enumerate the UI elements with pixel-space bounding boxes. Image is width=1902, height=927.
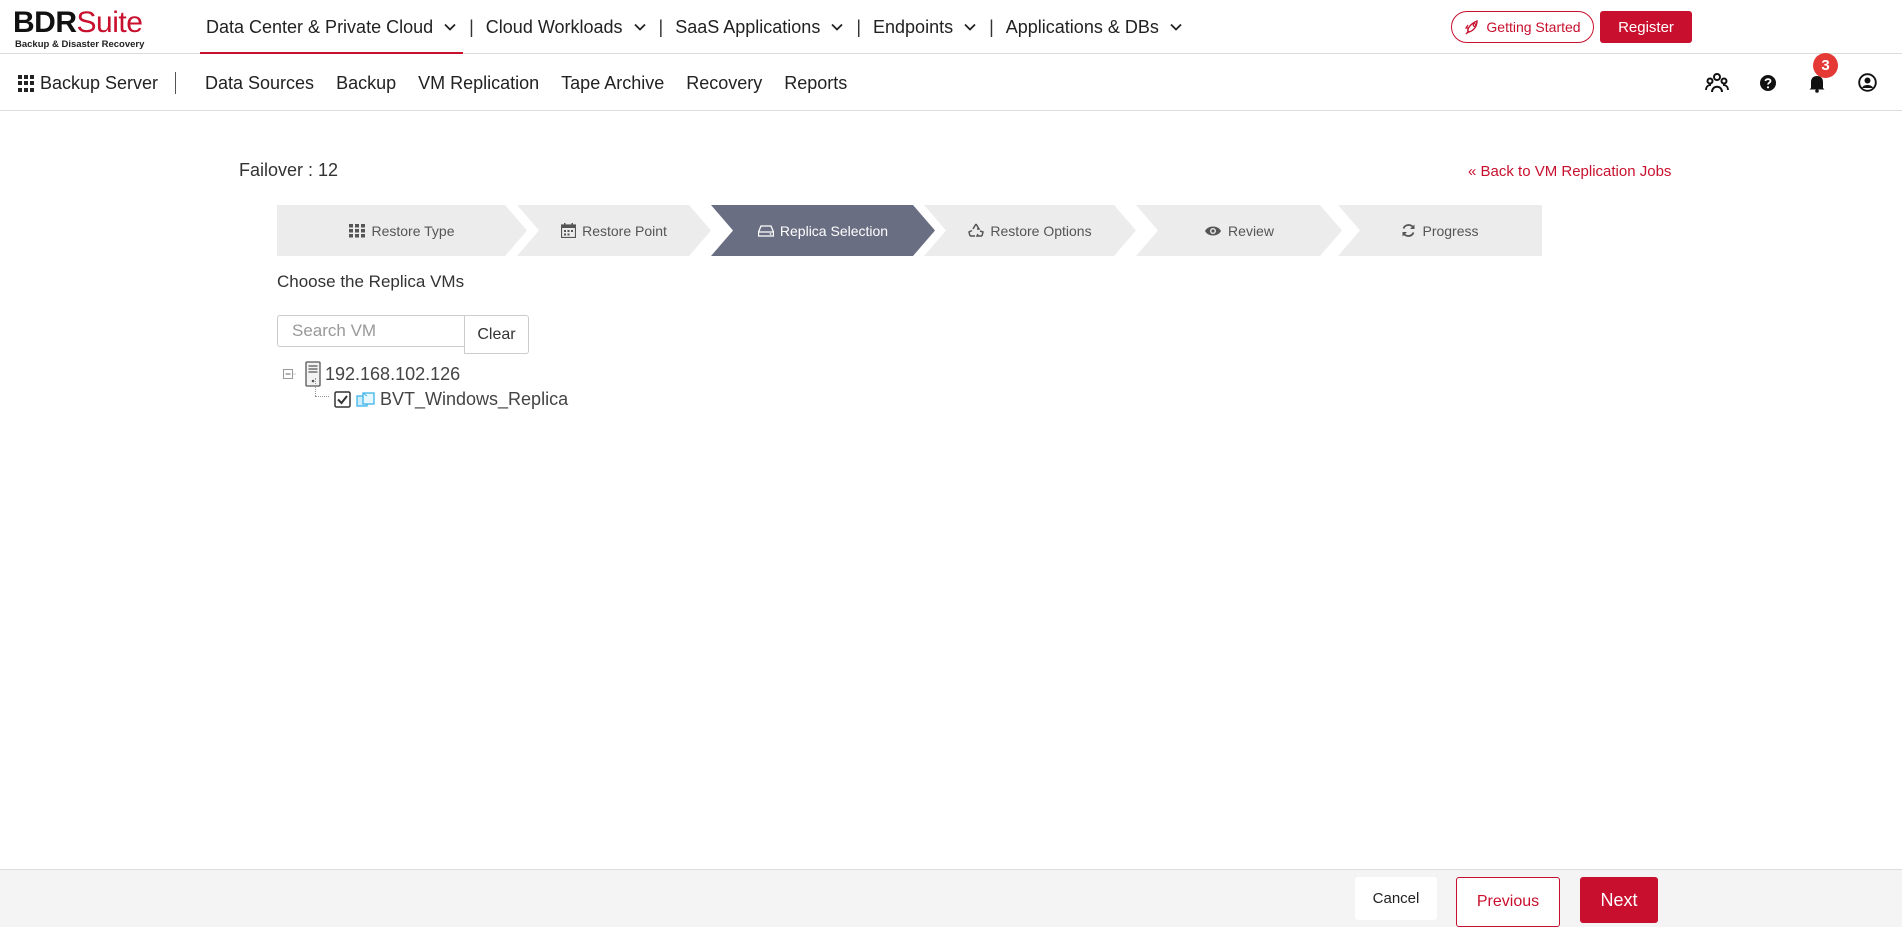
user-avatar-icon[interactable] — [1856, 71, 1878, 93]
users-icon[interactable] — [1704, 70, 1730, 96]
chevron-down-icon — [444, 23, 456, 31]
chevron-down-icon — [1170, 23, 1182, 31]
next-button[interactable]: Next — [1580, 877, 1658, 923]
tree-connector — [315, 396, 329, 397]
logo-tagline: Backup & Disaster Recovery — [15, 39, 145, 50]
wizard-footer: Cancel Previous Next — [0, 869, 1902, 927]
nav-label: Cloud Workloads — [485, 16, 623, 37]
wizard-step-restore-options[interactable]: Restore Options — [924, 205, 1136, 256]
rocket-icon — [1465, 19, 1479, 35]
tree-vm-node: BVT_Windows_Replica — [334, 389, 568, 410]
nav-separator: | — [989, 16, 994, 37]
bdrsuite-logo[interactable]: BDRSuite Backup & Disaster Recovery — [13, 6, 153, 51]
chevron-down-icon — [633, 23, 646, 31]
cancel-button[interactable]: Cancel — [1355, 877, 1437, 920]
calendar-icon — [561, 223, 576, 238]
subnav-reports[interactable]: Reports — [784, 73, 847, 94]
recycle-icon — [968, 223, 984, 239]
grid-icon — [349, 224, 365, 238]
wizard-step-restore-point[interactable]: Restore Point — [517, 205, 711, 256]
getting-started-button[interactable]: Getting Started — [1451, 11, 1594, 43]
wizard-step-label: Restore Options — [990, 222, 1092, 239]
product-nav: Data Center & Private Cloud | Cloud Work… — [200, 0, 1189, 54]
wizard-step-progress[interactable]: Progress — [1338, 205, 1542, 256]
register-button[interactable]: Register — [1600, 11, 1692, 43]
nav-cloud-workloads[interactable]: Cloud Workloads — [480, 0, 653, 54]
checkbox-checked-icon[interactable] — [334, 391, 351, 408]
refresh-icon — [1401, 223, 1416, 238]
app-switcher-label: Backup Server — [40, 73, 159, 93]
wizard-step-restore-type[interactable]: Restore Type — [277, 205, 527, 256]
previous-button[interactable]: Previous — [1456, 877, 1560, 927]
wizard-step-label: Restore Point — [582, 222, 667, 239]
nav-data-center-private-cloud[interactable]: Data Center & Private Cloud — [200, 0, 464, 54]
divider — [175, 72, 176, 94]
subnav-recovery[interactable]: Recovery — [686, 73, 762, 94]
collapse-icon[interactable] — [282, 367, 296, 381]
nav-label: Applications & DBs — [1005, 16, 1159, 37]
nav-separator: | — [658, 16, 664, 37]
app-switcher[interactable]: Backup Server — [18, 73, 158, 94]
apps-grid-icon — [18, 74, 36, 93]
chevron-down-icon — [831, 23, 843, 31]
vm-label[interactable]: BVT_Windows_Replica — [380, 389, 568, 410]
wizard-step-review[interactable]: Review — [1136, 205, 1342, 256]
nav-separator: | — [856, 16, 862, 37]
tree-host-node: 192.168.102.126 — [282, 361, 460, 387]
nav-saas-applications[interactable]: SaaS Applications — [669, 0, 850, 54]
subnav-vm-replication[interactable]: VM Replication — [418, 73, 539, 94]
nav-label: Data Center & Private Cloud — [206, 16, 434, 37]
wizard-step-replica-selection[interactable]: Replica Selection — [711, 205, 935, 256]
back-to-vm-replication-jobs-link[interactable]: « Back to VM Replication Jobs — [1468, 163, 1671, 180]
subnav-data-sources[interactable]: Data Sources — [205, 73, 314, 94]
module-navbar: Backup Server Data Sources Backup VM Rep… — [0, 55, 1902, 111]
tree-connector — [315, 378, 316, 396]
notification-badge: 3 — [1813, 53, 1838, 78]
logo-text-bdr: BDR — [13, 6, 77, 39]
wizard-step-label: Restore Type — [371, 222, 455, 239]
subnav-tape-archive[interactable]: Tape Archive — [561, 73, 664, 94]
wizard-step-label: Progress — [1422, 222, 1479, 239]
help-icon[interactable] — [1757, 72, 1779, 94]
vm-icon — [356, 391, 376, 409]
section-instruction: Choose the Replica VMs — [277, 272, 465, 291]
host-label[interactable]: 192.168.102.126 — [325, 364, 460, 385]
nav-endpoints[interactable]: Endpoints — [867, 0, 983, 54]
module-nav: Data Sources Backup VM Replication Tape … — [205, 55, 869, 111]
wizard-steps: Restore Type Restore Point Replica Selec… — [277, 205, 1542, 256]
eye-icon — [1204, 225, 1222, 237]
search-vm-input[interactable] — [277, 315, 465, 347]
chevron-down-icon — [964, 23, 976, 31]
subnav-backup[interactable]: Backup — [336, 73, 396, 94]
nav-separator: | — [469, 16, 474, 37]
wizard-step-label: Replica Selection — [779, 222, 889, 239]
nav-applications-dbs[interactable]: Applications & DBs — [1000, 0, 1189, 54]
logo-text-suite: Suite — [76, 6, 143, 39]
nav-label: SaaS Applications — [675, 16, 821, 37]
getting-started-label: Getting Started — [1486, 19, 1581, 35]
hdd-icon — [758, 225, 774, 237]
wizard-step-label: Review — [1228, 222, 1274, 239]
clear-search-button[interactable]: Clear — [464, 315, 529, 354]
nav-label: Endpoints — [873, 16, 954, 37]
server-icon — [305, 361, 321, 387]
page-title: Failover : 12 — [239, 160, 339, 180]
